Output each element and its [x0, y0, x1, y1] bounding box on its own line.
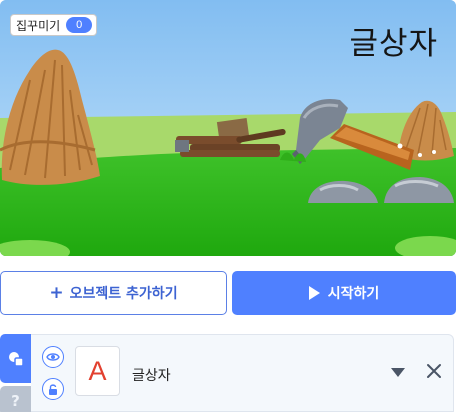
play-icon	[308, 286, 320, 300]
lock-toggle[interactable]	[42, 378, 64, 400]
text-box-object[interactable]: 글상자	[349, 18, 438, 63]
thumbnail-letter: A	[88, 355, 107, 386]
eye-icon	[46, 353, 60, 361]
add-object-label: 오브젝트 추가하기	[69, 286, 178, 302]
add-object-button[interactable]: + 오브젝트 추가하기	[0, 271, 227, 315]
close-icon[interactable]	[425, 362, 443, 380]
object-list-item[interactable]: A 글상자	[31, 334, 454, 412]
visibility-toggle[interactable]	[42, 346, 64, 368]
start-label: 시작하기	[327, 286, 380, 302]
help-label: ?	[11, 392, 20, 410]
object-name[interactable]: 글상자	[132, 365, 171, 385]
unlock-icon	[49, 383, 57, 395]
stage-canvas[interactable]: 집꾸미기 0 글상자	[0, 0, 456, 256]
tab-objects[interactable]	[0, 334, 31, 383]
variable-name: 집꾸미기	[16, 18, 61, 33]
plus-icon: +	[49, 282, 64, 303]
start-button[interactable]: 시작하기	[232, 271, 456, 315]
variable-value-badge: 0	[66, 17, 93, 33]
tab-help[interactable]: ?	[0, 386, 31, 412]
variable-monitor: 집꾸미기 0	[10, 14, 98, 36]
objects-icon	[8, 351, 24, 367]
chevron-down-icon[interactable]	[391, 368, 405, 377]
object-panel: ? A 글상자	[0, 334, 456, 412]
object-thumbnail: A	[75, 346, 120, 396]
